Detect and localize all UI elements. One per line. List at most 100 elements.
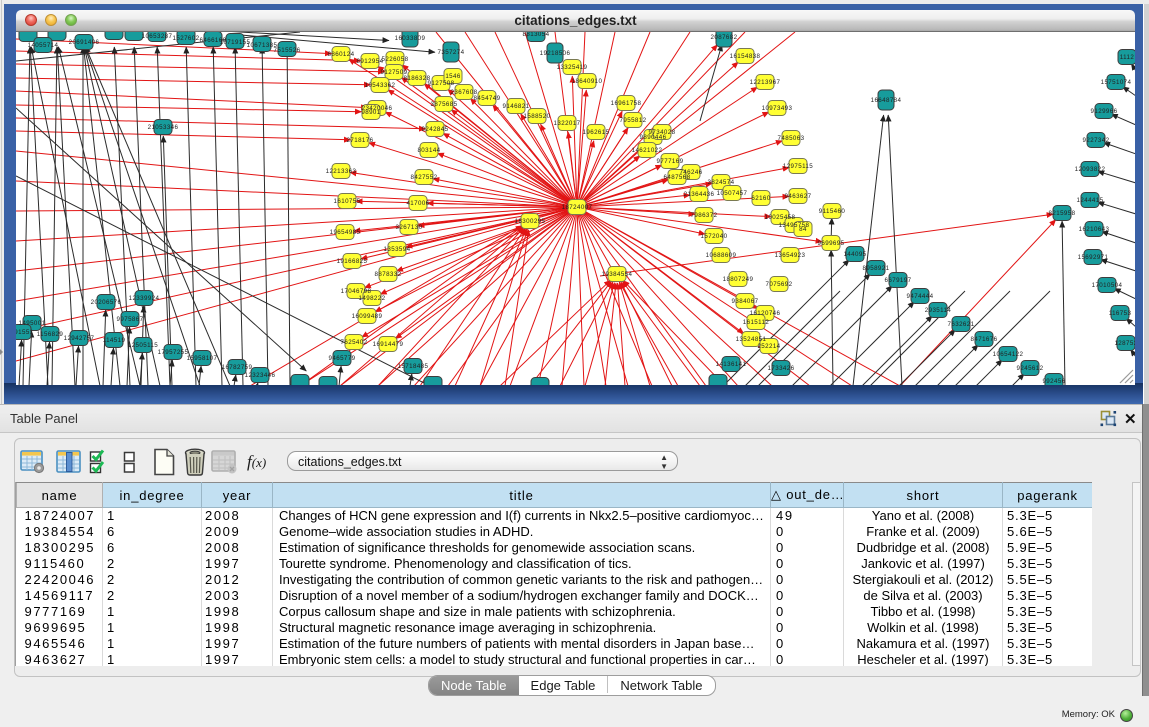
svg-text:9474444: 9474444: [907, 293, 934, 300]
svg-text:16033809: 16033809: [395, 35, 426, 42]
svg-text:15958107: 15958107: [187, 355, 218, 362]
svg-text:1527602: 1527602: [173, 35, 200, 42]
svg-text:9734028: 9734028: [649, 129, 676, 136]
svg-text:417006: 417006: [406, 200, 429, 207]
svg-text:8958921: 8958921: [863, 265, 890, 272]
svg-text:15751074: 15751074: [1101, 79, 1132, 86]
svg-text:18300295: 18300295: [515, 218, 546, 225]
svg-text:992456: 992456: [1042, 378, 1065, 385]
svg-text:7625402: 7625402: [341, 339, 368, 346]
svg-text:10507457: 10507457: [717, 190, 748, 197]
svg-text:9245612: 9245612: [1017, 365, 1044, 372]
svg-text:1546: 1546: [445, 73, 461, 80]
svg-text:10654122: 10654122: [993, 351, 1024, 358]
svg-text:16648784: 16648784: [871, 97, 902, 104]
svg-text:17046798: 17046798: [341, 288, 372, 295]
svg-text:10543362: 10543362: [365, 82, 396, 89]
svg-text:12942757: 12942757: [64, 335, 95, 342]
svg-text:10973493: 10973493: [762, 105, 793, 112]
svg-text:14055714: 14055714: [28, 42, 59, 49]
svg-text:18640910: 18640910: [572, 78, 603, 85]
svg-text:12339924: 12339924: [129, 295, 160, 302]
svg-text:9463627: 9463627: [785, 193, 812, 200]
svg-text:7357274: 7357274: [438, 49, 465, 56]
svg-text:13524851: 13524851: [736, 336, 767, 343]
svg-text:13654923: 13654923: [775, 252, 806, 259]
svg-text:16914479: 16914479: [373, 341, 404, 348]
svg-text:18807249: 18807249: [723, 276, 754, 283]
svg-text:19166825: 19166825: [337, 258, 368, 265]
svg-text:12505115: 12505115: [128, 342, 158, 349]
svg-text:9975867: 9975867: [117, 316, 144, 323]
svg-text:16120746: 16120746: [750, 310, 781, 317]
svg-text:1498222: 1498222: [359, 295, 386, 302]
svg-text:8427552: 8427552: [411, 174, 438, 181]
svg-text:16782759: 16782759: [222, 364, 253, 371]
svg-text:114519: 114519: [103, 337, 126, 344]
svg-text:10688609: 10688609: [706, 252, 737, 259]
svg-text:9465779: 9465779: [329, 355, 356, 362]
svg-text:1962615: 1962615: [583, 129, 610, 136]
svg-text:19384554: 19384554: [602, 271, 633, 278]
svg-text:1353594: 1353594: [384, 246, 411, 253]
svg-text:14136141: 14136141: [716, 361, 747, 368]
svg-text:9227342: 9227342: [1083, 137, 1110, 144]
svg-text:8471676: 8471676: [971, 336, 998, 343]
svg-text:6679197: 6679197: [885, 277, 912, 284]
svg-text:1112: 1112: [1120, 54, 1135, 61]
svg-text:8813054: 8813054: [523, 32, 550, 38]
svg-text:2935114: 2935114: [925, 307, 952, 314]
svg-text:9146821: 9146821: [503, 103, 530, 110]
svg-text:3267130: 3267130: [396, 224, 423, 231]
svg-text:128753: 128753: [1114, 340, 1135, 347]
svg-text:9777169: 9777169: [657, 158, 684, 165]
svg-text:1588520: 1588520: [524, 113, 551, 120]
svg-text:16099489: 16099489: [352, 313, 383, 320]
svg-text:20691406: 20691406: [69, 39, 100, 46]
svg-text:391551: 391551: [16, 329, 34, 336]
svg-text:116753: 116753: [1109, 310, 1132, 317]
svg-text:7955812: 7955812: [620, 117, 647, 124]
svg-text:1156829: 1156829: [37, 331, 64, 338]
svg-text:16961758: 16961758: [611, 100, 642, 107]
svg-text:9127508: 9127508: [428, 80, 455, 87]
svg-text:21364436: 21364436: [684, 191, 715, 198]
svg-text:7485063: 7485063: [778, 135, 805, 142]
svg-text:20206576: 20206576: [91, 299, 122, 306]
svg-text:15692971: 15692971: [1078, 254, 1109, 261]
svg-text:12093822: 12093822: [1075, 166, 1106, 173]
svg-text:7515526: 7515526: [274, 47, 301, 54]
svg-text:19654985: 19654985: [330, 229, 361, 236]
svg-text:1572040: 1572040: [701, 233, 728, 240]
svg-text:98901: 98901: [361, 109, 380, 116]
svg-text:21053346: 21053346: [148, 124, 179, 131]
svg-text:7075692: 7075692: [766, 281, 793, 288]
svg-text:1733426: 1733426: [768, 365, 795, 372]
svg-text:1495001: 1495001: [19, 320, 46, 327]
svg-text:12323446: 12323446: [245, 372, 276, 379]
svg-text:17957255: 17957255: [158, 349, 189, 356]
svg-text:13325419: 13325419: [557, 64, 588, 71]
svg-text:12213363: 12213363: [326, 168, 357, 175]
svg-text:1610755: 1610755: [334, 198, 361, 205]
svg-text:9384067: 9384067: [732, 298, 759, 305]
svg-text:16210643: 16210643: [1079, 226, 1110, 233]
svg-text:3875685: 3875685: [431, 101, 458, 108]
svg-text:18724007: 18724007: [562, 204, 593, 211]
svg-text:10025458: 10025458: [765, 214, 796, 221]
svg-text:19218506: 19218506: [540, 50, 571, 57]
svg-text:12975115: 12975115: [783, 163, 813, 170]
svg-text:1244415: 1244415: [1077, 197, 1104, 204]
svg-text:7632621: 7632621: [948, 321, 975, 328]
svg-text:144095: 144095: [843, 251, 866, 258]
svg-text:7986372: 7986372: [691, 212, 718, 219]
svg-text:1322017: 1322017: [554, 120, 581, 127]
svg-text:15718485: 15718485: [398, 363, 429, 370]
svg-text:9129966: 9129966: [1091, 108, 1118, 115]
svg-text:5226058: 5226058: [382, 56, 409, 63]
svg-text:17010504: 17010504: [1092, 282, 1123, 289]
svg-text:803144: 803144: [417, 147, 440, 154]
svg-text:9115460: 9115460: [819, 208, 846, 215]
svg-text:14621022: 14621022: [632, 147, 663, 154]
svg-text:2718176: 2718176: [347, 137, 374, 144]
